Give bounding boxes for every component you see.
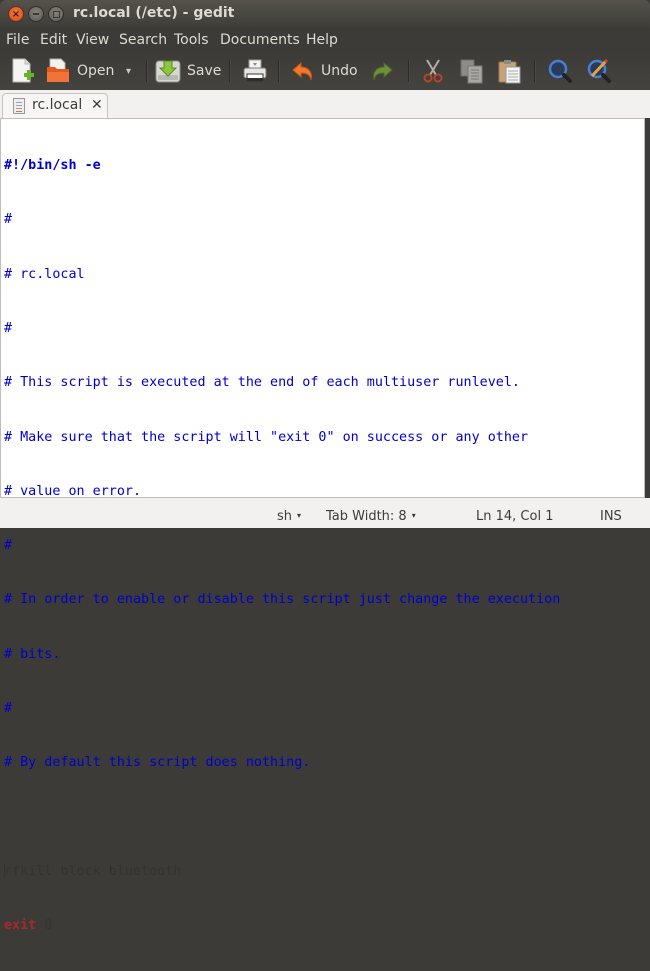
print-button[interactable] xyxy=(242,57,268,85)
code-content: #!/bin/sh -e # # rc.local # # This scrip… xyxy=(4,121,560,971)
copy-icon xyxy=(460,59,483,84)
save-button[interactable]: Save xyxy=(155,57,221,85)
toolbar: Open ▾ Save Undo xyxy=(0,52,650,91)
code-line: # This script is executed at the end of … xyxy=(4,375,520,391)
window-title: rc.local (/etc) - gedit xyxy=(73,5,235,21)
menu-tools[interactable]: Tools xyxy=(174,32,209,48)
gedit-window: × rc.local (/etc) - gedit File Edit View… xyxy=(0,0,650,933)
close-icon: × xyxy=(11,9,21,20)
chevron-down-icon: ▾ xyxy=(411,511,416,520)
menu-documents[interactable]: Documents xyxy=(220,32,300,48)
print-icon xyxy=(243,59,267,82)
menu-help[interactable]: Help xyxy=(306,32,338,48)
insert-mode: INS xyxy=(600,509,622,524)
chevron-down-icon: ▾ xyxy=(297,511,302,520)
save-icon xyxy=(155,60,181,83)
close-tab-icon[interactable]: ✕ xyxy=(91,97,103,113)
text-file-icon xyxy=(13,98,25,114)
open-button[interactable]: Open xyxy=(45,57,114,85)
tab-rc-local[interactable]: rc.local ✕ xyxy=(2,93,108,119)
redo-icon xyxy=(373,61,393,81)
menu-edit[interactable]: Edit xyxy=(40,32,67,48)
toolbar-separator xyxy=(229,60,230,82)
open-label: Open xyxy=(77,63,115,79)
code-line: # xyxy=(4,538,13,554)
toolbar-separator xyxy=(408,60,409,82)
tab-width-label: Tab Width: 8 xyxy=(326,509,407,524)
language-selector[interactable]: sh ▾ xyxy=(277,509,301,524)
undo-button[interactable]: Undo xyxy=(291,57,358,85)
code-line: #!/bin/sh -e xyxy=(4,158,101,174)
code-line-current: rfkill block bluetooth xyxy=(4,862,560,881)
find-replace-button[interactable] xyxy=(586,57,612,85)
menu-bar: File Edit View Search Tools Documents He… xyxy=(0,28,650,52)
chevron-down-icon: ▾ xyxy=(126,65,132,77)
code-line: exit 0 xyxy=(4,917,560,935)
cut-icon xyxy=(423,59,443,83)
keyword-exit: exit xyxy=(4,918,37,934)
open-folder-icon xyxy=(47,58,69,82)
code-line: # rc.local xyxy=(4,266,85,282)
cursor-position: Ln 14, Col 1 xyxy=(476,509,554,524)
tab-label: rc.local xyxy=(32,97,83,113)
language-label: sh xyxy=(277,509,293,524)
copy-button[interactable] xyxy=(459,57,485,85)
menu-search[interactable]: Search xyxy=(119,32,167,48)
toolbar-separator xyxy=(278,60,279,82)
paste-button[interactable] xyxy=(497,57,523,85)
toolbar-separator xyxy=(534,60,535,82)
undo-icon xyxy=(292,61,312,81)
maximize-window-button[interactable] xyxy=(48,6,64,22)
code-line: # xyxy=(4,321,13,337)
paste-icon xyxy=(498,60,521,84)
tab-bar: rc.local ✕ xyxy=(0,90,650,119)
title-bar: × rc.local (/etc) - gedit xyxy=(0,0,650,28)
code-line: # xyxy=(4,212,13,228)
code-line: # bits. xyxy=(4,646,61,662)
code-line: # Make sure that the script will "exit 0… xyxy=(4,429,529,445)
close-window-button[interactable]: × xyxy=(8,6,24,22)
undo-label: Undo xyxy=(321,63,358,79)
status-bar: sh ▾ Tab Width: 8 ▾ Ln 14, Col 1 INS xyxy=(0,498,650,528)
find-button[interactable] xyxy=(547,57,573,85)
toolbar-separator xyxy=(146,60,147,82)
tab-width-selector[interactable]: Tab Width: 8 ▾ xyxy=(326,509,416,524)
open-recent-dropdown[interactable]: ▾ xyxy=(126,57,131,85)
code-text: 0 xyxy=(36,918,53,934)
save-label: Save xyxy=(187,63,222,79)
code-line: # By default this script does nothing. xyxy=(4,755,311,771)
code-line: # In order to enable or disable this scr… xyxy=(4,592,561,608)
menu-view[interactable]: View xyxy=(76,32,109,48)
minimize-window-button[interactable] xyxy=(28,6,44,22)
new-document-icon xyxy=(12,58,34,83)
text-editor[interactable]: #!/bin/sh -e # # rc.local # # This scrip… xyxy=(0,118,645,933)
menu-file[interactable]: File xyxy=(6,32,29,48)
new-button[interactable] xyxy=(10,57,34,85)
find-icon xyxy=(548,59,572,83)
code-line: # xyxy=(4,701,13,716)
redo-button[interactable] xyxy=(370,57,394,85)
code-text: rfkill block bluetooth xyxy=(4,863,182,879)
find-replace-icon xyxy=(587,58,611,83)
cut-button[interactable] xyxy=(421,57,445,85)
